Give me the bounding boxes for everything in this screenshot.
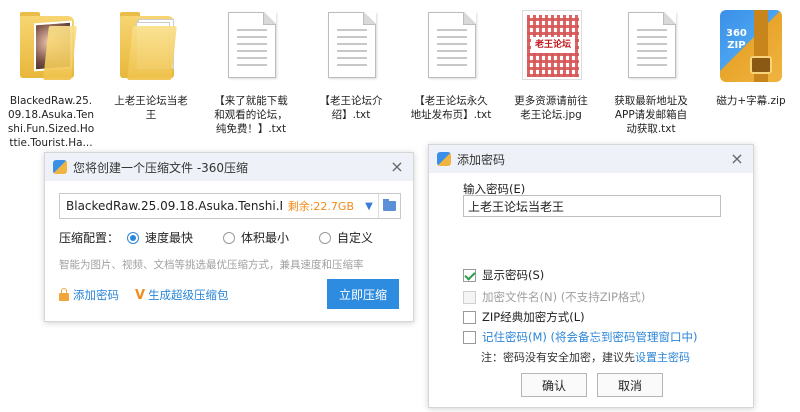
show-password-checkbox[interactable]: 显示密码(S) [463, 267, 544, 283]
folder-icon [106, 4, 196, 86]
add-password-link[interactable]: 添加密码 [59, 287, 119, 303]
super-package-link[interactable]: V 生成超级压缩包 [135, 287, 229, 303]
checkbox-label: 加密文件名(N) (不支持ZIP格式) [482, 290, 646, 304]
radio-custom[interactable]: 自定义 [319, 229, 373, 246]
file-item-blackedraw-folder[interactable]: BlackedRaw.25. 09.18.Asuka.Ten shi.Fun.S… [6, 4, 96, 150]
checkbox-box [463, 330, 476, 344]
checkbox-label: 显示密码(S) [482, 268, 545, 282]
image-badge-text: 老王论坛 [531, 37, 575, 53]
app-360zip-icon [437, 152, 451, 166]
checkbox-label: 记住密码(M) (将会备忘到密码管理窗口中) [482, 330, 698, 344]
compress-config-row: 压缩配置： 速度最快 体积最小 自定义 [59, 229, 403, 246]
radio-dot [223, 231, 236, 244]
radio-dot [127, 231, 140, 244]
radio-size-smallest[interactable]: 体积最小 [223, 229, 289, 246]
chevron-down-icon[interactable]: ▼ [360, 201, 378, 212]
dialog-title: 添加密码 [457, 152, 506, 167]
config-label: 压缩配置： [59, 231, 120, 245]
zip-classic-encryption-checkbox[interactable]: ZIP经典加密方式(L) [463, 309, 585, 325]
note-text: 注：密码没有安全加密，建议先 [481, 351, 635, 364]
radio-label: 速度最快 [145, 231, 194, 245]
dialog-titlebar[interactable]: 您将创建一个压缩文件 -360压缩 [45, 153, 413, 181]
encrypt-filename-checkbox: 加密文件名(N) (不支持ZIP格式) [463, 289, 645, 305]
checkbox-box [463, 290, 476, 304]
radio-speed-fastest[interactable]: 速度最快 [127, 229, 193, 246]
dialog-footer-links: 添加密码 V 生成超级压缩包 [59, 287, 245, 303]
security-note: 注：密码没有安全加密，建议先设置主密码 [481, 349, 690, 365]
file-item-txt-4[interactable]: 获取最新地址及 APP请发邮箱自 动获取.txt [606, 4, 696, 136]
browse-folder-button[interactable] [378, 194, 400, 218]
compress-dialog: 您将创建一个压缩文件 -360压缩 × BlackedRaw.25.09.18.… [44, 152, 414, 322]
close-icon[interactable]: × [389, 159, 405, 175]
add-password-dialog: 添加密码 × 输入密码(E) 显示密码(S) 加密文件名(N) (不支持ZIP格… [428, 144, 754, 408]
file-name: 更多资源请前往 老王论坛.jpg [514, 95, 588, 121]
remember-password-checkbox[interactable]: 记住密码(M) (将会备忘到密码管理窗口中) [463, 329, 698, 345]
file-name: 磁力+字幕.zip [716, 95, 786, 107]
free-space-label: 剩余:22.7GB [287, 200, 354, 213]
file-name: 上老王论坛当老 王 [114, 95, 188, 121]
super-package-label: 生成超级压缩包 [148, 288, 229, 302]
dialog-title: 您将创建一个压缩文件 -360压缩 [73, 160, 249, 175]
set-master-password-link[interactable]: 设置主密码 [635, 351, 690, 364]
file-item-jpg[interactable]: 老王论坛 更多资源请前往 老王论坛.jpg [506, 4, 596, 122]
zip-brand-text: 360 ZIP [726, 28, 747, 51]
file-name: 【老王论坛永久 地址发布页】.txt [410, 95, 492, 121]
password-input[interactable] [463, 195, 721, 217]
radio-dot [319, 231, 332, 244]
compress-now-button[interactable]: 立即压缩 [327, 279, 399, 309]
app-360zip-icon [53, 160, 67, 174]
lock-icon [59, 288, 69, 301]
dialog-titlebar[interactable]: 添加密码 [429, 145, 753, 173]
file-item-laowang-folder[interactable]: 上老王论坛当老 王 [106, 4, 196, 122]
txt-file-icon [606, 4, 696, 86]
txt-file-icon [406, 4, 496, 86]
folder-photo-icon [6, 4, 96, 86]
file-name: 【来了就能下载 和观看的论坛， 纯免费！】.txt [214, 95, 288, 135]
confirm-button[interactable]: 确认 [521, 373, 587, 397]
radio-label: 体积最小 [241, 231, 290, 245]
close-icon[interactable]: × [729, 151, 745, 167]
checkbox-box [463, 268, 476, 282]
file-item-txt-3[interactable]: 【老王论坛永久 地址发布页】.txt [406, 4, 496, 122]
v-badge-icon: V [135, 287, 146, 303]
file-name: BlackedRaw.25. 09.18.Asuka.Ten shi.Fun.S… [7, 95, 95, 149]
compress-hint: 智能为图片、视频、文档等挑选最优压缩方式，兼具速度和压缩率 [59, 259, 364, 271]
output-path-text[interactable]: BlackedRaw.25.09.18.Asuka.Tenshi.Fun.Siz… [60, 199, 282, 213]
checkbox-label: ZIP经典加密方式(L) [482, 310, 585, 324]
image-file-icon: 老王论坛 [506, 4, 596, 86]
checkbox-box [463, 310, 476, 324]
file-name: 获取最新地址及 APP请发邮箱自 动获取.txt [614, 95, 688, 135]
folder-icon [383, 199, 396, 211]
txt-file-icon [306, 4, 396, 86]
output-path-field[interactable]: BlackedRaw.25.09.18.Asuka.Tenshi.Fun.Siz… [59, 193, 401, 219]
add-password-label: 添加密码 [73, 288, 119, 302]
radio-label: 自定义 [337, 231, 374, 245]
txt-file-icon [206, 4, 296, 86]
desktop-file-list: BlackedRaw.25. 09.18.Asuka.Ten shi.Fun.S… [0, 0, 800, 150]
zip-archive-icon: 360 ZIP [706, 4, 796, 86]
file-item-txt-1[interactable]: 【来了就能下载 和观看的论坛， 纯免费！】.txt [206, 4, 296, 136]
dialog-buttons: 确认 取消 [521, 373, 663, 397]
file-item-txt-2[interactable]: 【老王论坛介 绍】.txt [306, 4, 396, 122]
file-item-zip[interactable]: 360 ZIP 磁力+字幕.zip [706, 4, 796, 108]
cancel-button[interactable]: 取消 [597, 373, 663, 397]
file-name: 【老王论坛介 绍】.txt [319, 95, 383, 121]
